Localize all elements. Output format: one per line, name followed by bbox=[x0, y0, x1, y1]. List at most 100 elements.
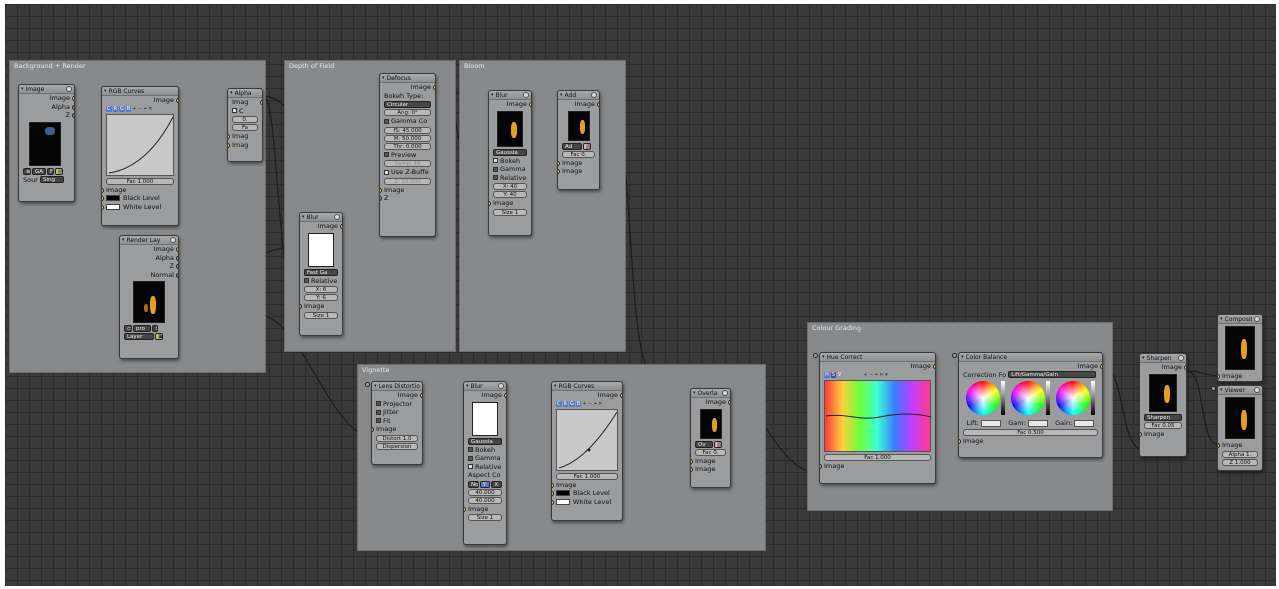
input-socket[interactable] bbox=[1218, 443, 1220, 448]
channel-v-tab[interactable]: V bbox=[836, 371, 843, 378]
input-socket[interactable] bbox=[102, 196, 104, 201]
source-dropdown[interactable]: Sing bbox=[39, 176, 64, 183]
filter-type-dropdown[interactable]: Fast Ga bbox=[304, 268, 338, 276]
gain-color-wheel[interactable] bbox=[1056, 381, 1090, 415]
bokeh-checkbox[interactable] bbox=[468, 447, 473, 452]
sharpen-node[interactable]: ▾ Sharpen Image Sharpen Fac 0.05 Image bbox=[1139, 353, 1187, 457]
image-node[interactable]: ▾ Image Image Alpha Z ≡ GA F ▤ Sour Sing bbox=[18, 84, 75, 202]
output-socket[interactable] bbox=[176, 264, 178, 269]
input-socket[interactable] bbox=[228, 134, 230, 139]
channel-b-tab[interactable]: B bbox=[125, 105, 132, 112]
output-socket[interactable] bbox=[529, 102, 531, 107]
collapse-icon[interactable]: ▾ bbox=[560, 92, 563, 98]
channel-g-tab[interactable]: G bbox=[118, 105, 125, 112]
jitter-checkbox[interactable] bbox=[376, 409, 381, 415]
gamma-checkbox[interactable] bbox=[493, 166, 498, 172]
image-browse-button[interactable]: ≡ bbox=[23, 167, 31, 175]
hue-curve-widget[interactable] bbox=[824, 379, 932, 452]
collapse-icon[interactable]: ▾ bbox=[374, 383, 377, 389]
gamma-checkbox[interactable] bbox=[468, 455, 473, 461]
input-socket[interactable] bbox=[464, 506, 466, 512]
blur-node-vignette[interactable]: ▾ Blur Image Gaussia Bokeh Gamma Relative… bbox=[463, 381, 507, 545]
input-socket[interactable] bbox=[380, 187, 382, 193]
input-socket[interactable] bbox=[552, 491, 554, 496]
node-header[interactable]: ▾Composite bbox=[1218, 315, 1262, 324]
output-socket[interactable] bbox=[176, 255, 178, 261]
collapse-icon[interactable]: ▾ bbox=[491, 92, 494, 98]
input-socket[interactable] bbox=[691, 467, 693, 472]
blend-mode-dropdown[interactable]: Ad bbox=[562, 142, 582, 150]
input-socket[interactable] bbox=[489, 201, 491, 206]
input-socket[interactable] bbox=[552, 482, 554, 488]
input-socket[interactable] bbox=[102, 204, 104, 210]
fstop-field[interactable]: fS: 45.000 bbox=[384, 126, 431, 134]
blur-node-bloom[interactable]: ▾ Blur Image Gaussia Bokeh Gamma Relative… bbox=[488, 90, 532, 236]
fac-field[interactable]: Fac 1.000 bbox=[813, 353, 931, 461]
input-socket[interactable] bbox=[820, 463, 822, 469]
rgb-curves-node[interactable]: ▾ RGB Curves Image C R G B + − ⌖ ✕ Fac 1.000 … bbox=[101, 86, 179, 226]
bokeh-type-dropdown[interactable]: Circular bbox=[384, 101, 431, 108]
defocus-node[interactable]: ▾ Defocus Image Bokeh Type: Circular Ang:… bbox=[379, 73, 436, 237]
node-header[interactable]: ▾ Hue Correct bbox=[820, 353, 935, 362]
fac-field[interactable]: Fac 1.000 bbox=[106, 177, 174, 185]
relative-checkbox[interactable] bbox=[304, 278, 309, 283]
viewer-node[interactable]: ▾ Viewer Image Alpha 1. Z 1.000 bbox=[1211, 385, 1263, 471]
size-y-field[interactable]: Y: 40 bbox=[493, 191, 527, 198]
gain-value-slider[interactable] bbox=[1091, 381, 1095, 415]
input-socket[interactable] bbox=[228, 142, 230, 148]
size-y-field[interactable]: Y: 6 bbox=[304, 294, 338, 301]
channel-h-tab[interactable]: H bbox=[824, 371, 830, 378]
channel-c-tab[interactable]: C bbox=[556, 400, 562, 407]
preview-toggle-icon[interactable] bbox=[722, 390, 728, 396]
aspect-x-button[interactable]: X bbox=[491, 480, 503, 488]
lift-color-wheel[interactable] bbox=[966, 381, 1000, 415]
size-field[interactable]: Size 1 bbox=[304, 311, 338, 319]
channel-r-tab[interactable]: R bbox=[112, 105, 118, 112]
image-name-field[interactable]: GA bbox=[32, 167, 46, 175]
size-field[interactable]: Size 1 bbox=[493, 208, 527, 216]
preview-toggle-icon[interactable] bbox=[1254, 387, 1260, 393]
input-socket[interactable] bbox=[558, 169, 560, 174]
node-header[interactable]: ▾ Defocus bbox=[380, 74, 435, 83]
output-socket[interactable] bbox=[504, 393, 506, 398]
node-header[interactable]: ▾ RGB Curves bbox=[552, 382, 622, 391]
samples-field[interactable]: Samp: 16 bbox=[384, 160, 431, 167]
alpha-field[interactable]: Alpha 1. bbox=[1211, 386, 1258, 458]
scene-browse-button[interactable]: ▭ bbox=[124, 325, 132, 332]
preview-toggle-icon[interactable] bbox=[1178, 355, 1184, 361]
channel-s-tab[interactable]: S bbox=[830, 371, 836, 378]
node-editor[interactable]: Background + Render Depth of Field Bloom… bbox=[5, 4, 1276, 586]
input-socket[interactable] bbox=[1140, 431, 1142, 437]
channel-b-tab[interactable]: B bbox=[575, 400, 582, 407]
use-alpha-toggle[interactable]: ▨ bbox=[583, 142, 591, 150]
fit-checkbox[interactable] bbox=[376, 418, 381, 423]
collapse-icon[interactable]: ▾ bbox=[302, 214, 305, 220]
use-alpha-toggle[interactable]: ▨ bbox=[714, 440, 722, 448]
composite-node[interactable]: ▾Composite Image bbox=[1217, 314, 1263, 382]
fac-field[interactable]: Fac 1.000 bbox=[556, 472, 618, 480]
filter-type-dropdown[interactable]: Gaussia bbox=[468, 437, 502, 445]
frame-bloom[interactable]: Bloom bbox=[459, 60, 626, 352]
node-header[interactable]: ▾ Blur bbox=[464, 382, 506, 391]
channel-g-tab[interactable]: G bbox=[568, 400, 575, 407]
preview-toggle-icon[interactable] bbox=[498, 383, 504, 389]
factor-y-field[interactable]: 40.000 bbox=[468, 496, 502, 504]
dispersion-field[interactable]: Dispersion bbox=[376, 442, 418, 450]
channel-c-tab[interactable]: C bbox=[106, 105, 112, 112]
black-level-swatch[interactable] bbox=[106, 195, 120, 201]
bokeh-checkbox[interactable] bbox=[493, 158, 498, 163]
zoom-icons[interactable]: + − ⌖ ✕ ▾ bbox=[863, 372, 887, 378]
collapse-icon[interactable]: ▾ bbox=[1220, 316, 1223, 322]
output-socket[interactable] bbox=[1100, 364, 1102, 369]
node-header[interactable]: ▾ Sharpen bbox=[1140, 354, 1186, 363]
collapse-icon[interactable]: ▾ bbox=[104, 88, 107, 94]
node-header[interactable]: ▾ Render Lay bbox=[120, 236, 178, 245]
angle-field[interactable]: Ang: 0° bbox=[384, 109, 431, 116]
fac-field[interactable]: Fac 0. bbox=[562, 150, 595, 158]
input-socket[interactable] bbox=[959, 438, 961, 444]
node-header[interactable]: ▾ Alpha bbox=[228, 89, 262, 98]
premul-field[interactable]: 0. bbox=[232, 116, 258, 123]
color-balance-node[interactable]: ▾ Color Balance Image Correction Fo Lift/… bbox=[952, 352, 1103, 458]
output-socket[interactable] bbox=[72, 96, 74, 101]
preview-toggle-icon[interactable] bbox=[591, 92, 597, 98]
